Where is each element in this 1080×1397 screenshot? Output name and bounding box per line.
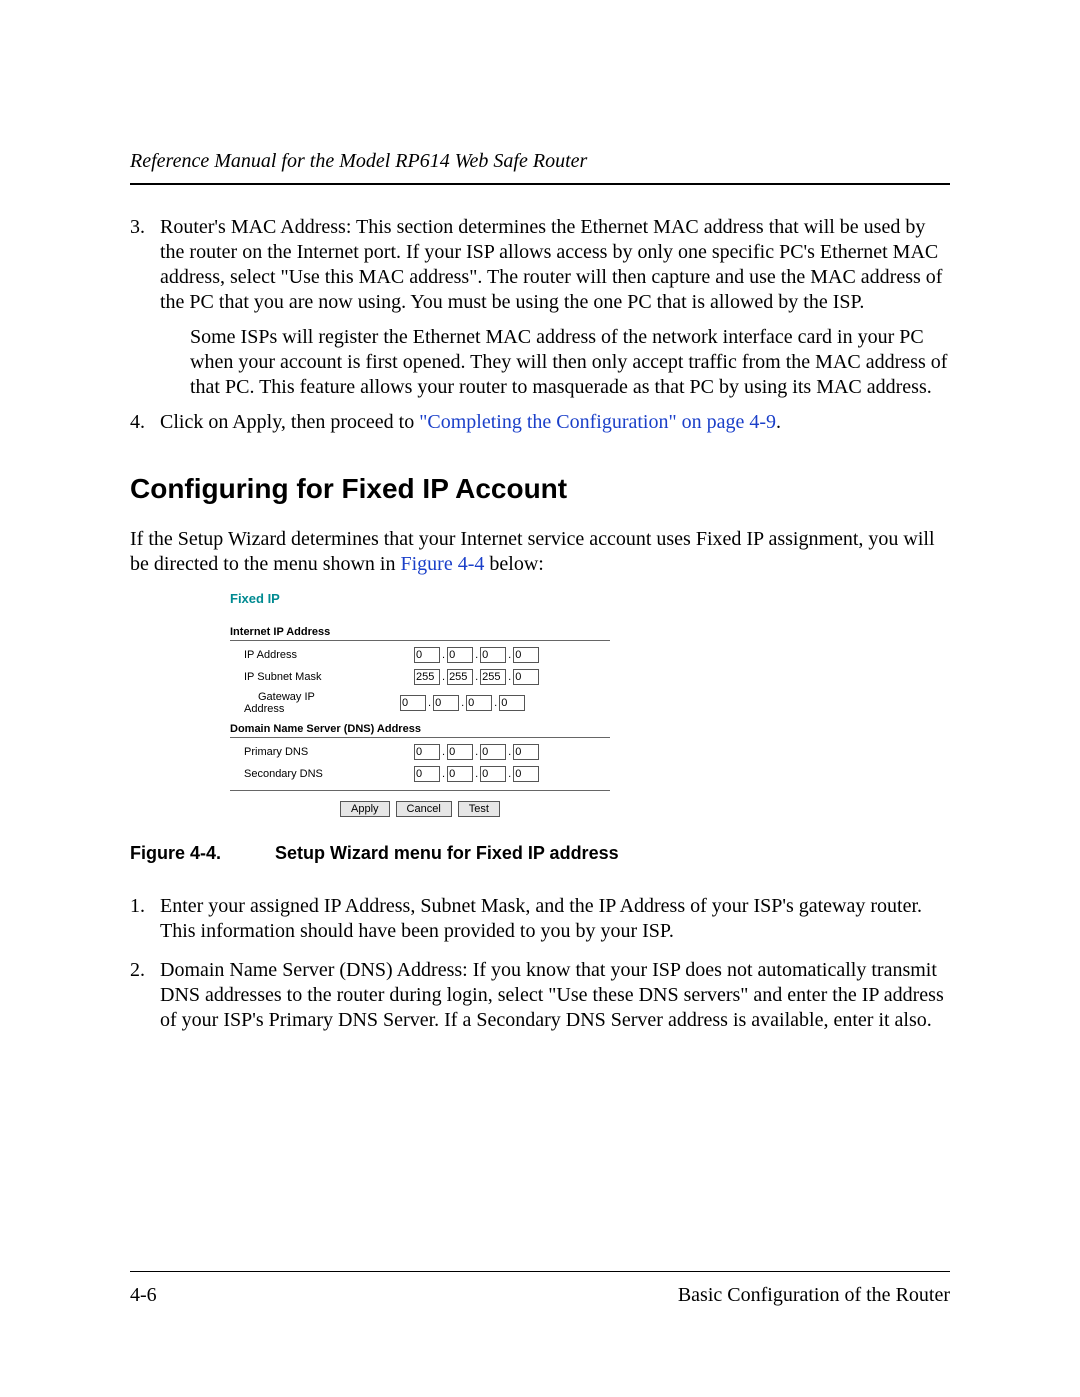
fig-row-secondary-dns: Secondary DNS . . .	[230, 766, 610, 782]
list-number: 3.	[130, 215, 160, 315]
text-fragment: below:	[484, 553, 543, 575]
list-number: 4.	[130, 410, 160, 435]
indented-paragraph: Some ISPs will register the Ethernet MAC…	[190, 325, 950, 400]
ip-octet-input[interactable]	[513, 766, 539, 782]
dot: .	[475, 671, 478, 683]
dot: .	[508, 649, 511, 661]
ip-octet-input[interactable]	[447, 766, 473, 782]
list-text: Click on Apply, then proceed to "Complet…	[160, 410, 950, 435]
field-label: Primary DNS	[230, 746, 414, 758]
ip-octet-input[interactable]	[433, 695, 459, 711]
ip-group: . . .	[414, 669, 539, 685]
list-item: 4. Click on Apply, then proceed to "Comp…	[130, 410, 950, 435]
dot: .	[475, 768, 478, 780]
figure-caption: Figure 4-4. Setup Wizard menu for Fixed …	[130, 843, 950, 864]
ip-octet-input[interactable]	[499, 695, 525, 711]
dot: .	[442, 671, 445, 683]
section-heading: Configuring for Fixed IP Account	[130, 473, 950, 505]
dot: .	[461, 697, 464, 709]
figure-section-label: Internet IP Address	[230, 626, 610, 638]
ip-group: . . .	[414, 744, 539, 760]
figure-fixed-ip: Fixed IP Internet IP Address IP Address …	[230, 591, 610, 817]
apply-button[interactable]: Apply	[340, 801, 390, 817]
ip-group: . . .	[400, 695, 525, 711]
dot: .	[508, 768, 511, 780]
dot: .	[442, 649, 445, 661]
field-label: Secondary DNS	[230, 768, 414, 780]
list-number: 2.	[130, 958, 160, 1033]
field-label: Gateway IP Address	[230, 691, 400, 715]
page-number: 4-6	[130, 1284, 157, 1307]
ip-octet-input[interactable]	[480, 766, 506, 782]
figure-section-rule	[230, 790, 610, 791]
ip-octet-input[interactable]	[414, 647, 440, 663]
ip-octet-input[interactable]	[414, 669, 440, 685]
fig-row-primary-dns: Primary DNS . . .	[230, 744, 610, 760]
ip-octet-input[interactable]	[447, 647, 473, 663]
cancel-button[interactable]: Cancel	[396, 801, 452, 817]
caption-text: Setup Wizard menu for Fixed IP address	[275, 843, 619, 863]
ip-octet-input[interactable]	[447, 744, 473, 760]
field-label: IP Subnet Mask	[230, 671, 414, 683]
figure-section-rule	[230, 737, 610, 738]
fig-row-subnet-mask: IP Subnet Mask . . .	[230, 669, 610, 685]
dot: .	[442, 746, 445, 758]
ip-octet-input[interactable]	[447, 669, 473, 685]
text-fragment: Click on Apply, then proceed to	[160, 411, 419, 433]
ip-octet-input[interactable]	[466, 695, 492, 711]
figure-section-rule	[230, 640, 610, 641]
fig-row-gateway-ip: Gateway IP Address . . .	[230, 691, 610, 715]
ip-group: . . .	[414, 647, 539, 663]
footer-section-title: Basic Configuration of the Router	[678, 1284, 950, 1307]
list-item: 3. Router's MAC Address: This section de…	[130, 215, 950, 315]
ip-octet-input[interactable]	[480, 669, 506, 685]
dot: .	[494, 697, 497, 709]
ip-octet-input[interactable]	[480, 647, 506, 663]
field-label: IP Address	[230, 649, 414, 661]
fig-row-ip-address: IP Address . . .	[230, 647, 610, 663]
figure-title: Fixed IP	[230, 591, 610, 606]
ip-octet-input[interactable]	[513, 647, 539, 663]
page-footer: 4-6 Basic Configuration of the Router	[130, 1271, 950, 1307]
footer-rule	[130, 1271, 950, 1272]
dot: .	[442, 768, 445, 780]
dot: .	[475, 746, 478, 758]
ip-octet-input[interactable]	[414, 744, 440, 760]
page: Reference Manual for the Model RP614 Web…	[0, 0, 1080, 1397]
running-head: Reference Manual for the Model RP614 Web…	[130, 150, 950, 173]
test-button[interactable]: Test	[458, 801, 500, 817]
figure-section-label: Domain Name Server (DNS) Address	[230, 723, 610, 735]
intro-paragraph: If the Setup Wizard determines that your…	[130, 527, 950, 577]
dot: .	[508, 746, 511, 758]
ip-octet-input[interactable]	[513, 669, 539, 685]
cross-ref-link[interactable]: "Completing the Configuration" on page 4…	[419, 411, 776, 433]
figure-ref-link[interactable]: Figure 4-4	[401, 553, 485, 575]
caption-number: Figure 4-4.	[130, 843, 270, 864]
list-text: Domain Name Server (DNS) Address: If you…	[160, 958, 950, 1033]
dot: .	[428, 697, 431, 709]
header-rule	[130, 183, 950, 185]
list-item: 1. Enter your assigned IP Address, Subne…	[130, 894, 950, 944]
ordered-list-top-2: 4. Click on Apply, then proceed to "Comp…	[130, 410, 950, 435]
ip-octet-input[interactable]	[480, 744, 506, 760]
text-fragment: .	[776, 411, 781, 433]
ip-group: . . .	[414, 766, 539, 782]
ip-octet-input[interactable]	[513, 744, 539, 760]
list-text: Router's MAC Address: This section deter…	[160, 215, 950, 315]
dot: .	[508, 671, 511, 683]
ordered-list-top: 3. Router's MAC Address: This section de…	[130, 215, 950, 315]
list-text: Enter your assigned IP Address, Subnet M…	[160, 894, 950, 944]
list-number: 1.	[130, 894, 160, 944]
ip-octet-input[interactable]	[414, 766, 440, 782]
ordered-list-steps: 1. Enter your assigned IP Address, Subne…	[130, 894, 950, 1033]
figure-button-row: Apply Cancel Test	[230, 801, 610, 817]
dot: .	[475, 649, 478, 661]
list-item: 2. Domain Name Server (DNS) Address: If …	[130, 958, 950, 1033]
ip-octet-input[interactable]	[400, 695, 426, 711]
